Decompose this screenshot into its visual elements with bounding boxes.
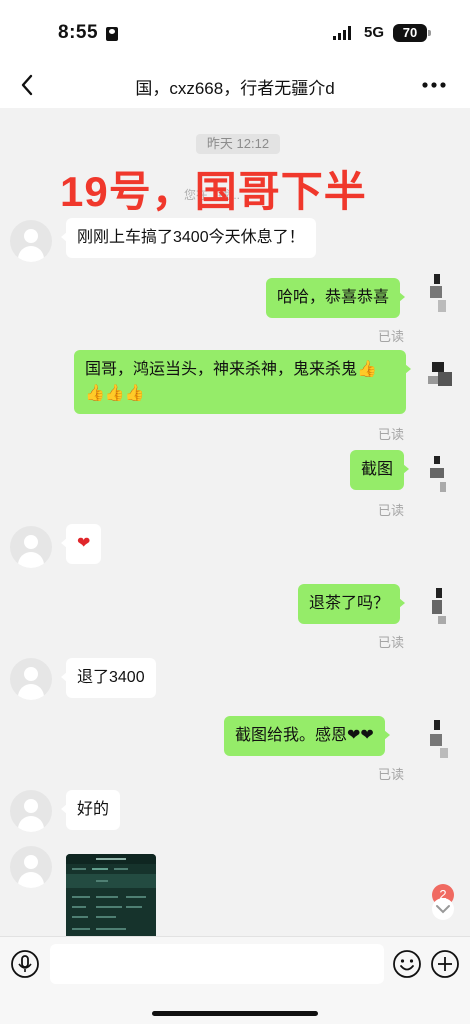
chat-header: 国，cxz668，行者无疆介d [0,62,470,108]
message-bubble-sent[interactable]: 截图 [350,450,410,490]
chat-area[interactable]: 昨天 12:12 您在...截... 19号，国哥下半 刚刚上车搞了3400今天… [0,108,470,936]
my-avatar[interactable] [424,584,460,632]
my-avatar[interactable] [424,354,460,402]
signal-icon [333,26,355,40]
image-message-thumbnail[interactable] [66,854,156,936]
message-input[interactable] [50,944,384,984]
my-avatar[interactable] [424,452,460,500]
message-bubble-sent[interactable]: 截图给我。感恩❤❤ [224,716,390,756]
read-status: 已读 [378,329,405,344]
my-avatar[interactable] [424,270,460,318]
my-avatar[interactable] [424,716,460,764]
contact-avatar[interactable] [10,526,52,568]
message-bubble-sent[interactable]: 哈哈，恭喜恭喜 [266,278,406,318]
status-bar: 8:55 5G 70 [0,0,470,62]
more-dots-icon[interactable] [420,72,448,98]
overlay-caption: 19号，国哥下半 [60,168,367,215]
network-label: 5G [364,24,385,41]
message-bubble-sent[interactable]: 退茶了吗？ [298,584,406,624]
chat-title: 国，cxz668，行者无疆介d [135,79,335,98]
contact-avatar[interactable] [10,790,52,832]
contact-avatar[interactable] [10,220,52,262]
home-indicator [152,1011,318,1016]
read-status: 已读 [378,635,405,650]
message-line: 👍👍👍 [85,385,145,402]
time-divider: 昨天 12:12 [196,134,280,154]
message-bubble-sent[interactable]: 国哥，鸿运当头，神来杀神，鬼来杀鬼👍 👍👍👍 [74,350,411,414]
battery-tip [428,30,431,36]
read-status: 已读 [378,503,405,518]
contact-avatar[interactable] [10,658,52,700]
message-bubble-received[interactable]: 刚刚上车搞了3400今天休息了！ [61,218,316,258]
message-line: 国哥，鸿运当头，神来杀神，鬼来杀鬼👍 [85,361,377,378]
message-bubble-received[interactable]: 退了3400 [61,658,156,698]
contact-avatar[interactable] [10,846,52,888]
read-status: 已读 [378,427,405,442]
emoji-icon[interactable] [392,949,422,979]
message-bubble-received[interactable]: ❤ [60,524,102,564]
plus-icon[interactable] [430,949,460,979]
message-text: 截图给我。感恩❤❤ [235,727,374,744]
battery-icon: 70 [393,24,427,42]
status-time: 8:55 [58,22,99,43]
voice-icon[interactable] [10,949,40,979]
read-status: 已读 [378,767,405,782]
input-bar [0,936,470,1024]
person-icon [106,27,118,41]
scroll-down-icon[interactable] [429,898,457,920]
message-bubble-received[interactable]: 好的 [60,790,121,830]
chevron-left-icon[interactable] [18,72,38,98]
